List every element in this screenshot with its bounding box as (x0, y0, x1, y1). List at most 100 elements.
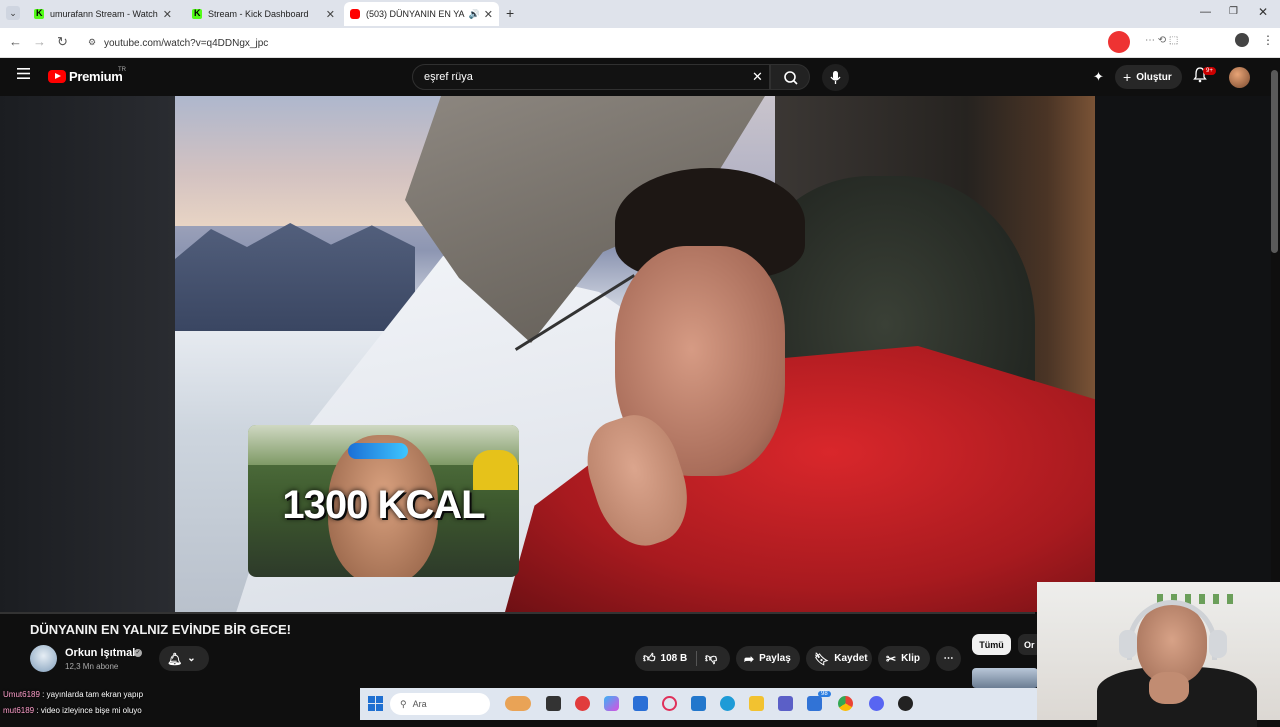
sandwich-widget-icon[interactable] (505, 696, 531, 711)
windows-start-icon[interactable] (368, 696, 383, 711)
more-actions-button[interactable]: ⋯ (936, 646, 961, 671)
chat-text: : video izleyince bişe mi oluyo (36, 706, 142, 715)
headset-earcup (1119, 630, 1137, 658)
app-dark-icon[interactable] (898, 696, 913, 711)
video-title: DÜNYANIN EN YALNIZ EVİNDE BİR GECE! (30, 622, 292, 637)
task-view-icon[interactable] (546, 696, 561, 711)
tab-title: (503) DÜNYANIN EN YALNI (366, 9, 465, 19)
tab-youtube-video[interactable]: (503) DÜNYANIN EN YALNI 🔊 ✕ (344, 2, 499, 26)
close-tab-icon[interactable]: ✕ (484, 8, 493, 21)
teams-icon[interactable] (778, 696, 793, 711)
create-label: Oluştur (1136, 71, 1172, 83)
reload-icon[interactable]: ↻ (57, 34, 68, 50)
kick-favicon-icon (34, 8, 44, 19)
chat-username: Umut6189 (3, 690, 40, 699)
forward-icon[interactable]: → (33, 34, 46, 49)
edge-icon[interactable] (720, 696, 735, 711)
speaker-icon[interactable]: 🔊 (469, 9, 480, 20)
taskbar-search[interactable]: ⚲ Ara (390, 693, 490, 715)
file-explorer-icon[interactable] (749, 696, 764, 711)
inset-sunglasses (348, 443, 408, 459)
chat-username: mut6189 (3, 706, 35, 715)
chip-all[interactable]: Tümü (972, 634, 1011, 655)
search-value: eşref rüya (424, 71, 473, 83)
youtube-header: Premium TR eşref rüya ✕ ✦ + Oluştur 9+ (0, 58, 1280, 96)
channel-avatar[interactable] (30, 645, 57, 672)
taskbar-badge: 98 (818, 691, 831, 697)
share-label: Paylaş (759, 653, 791, 664)
chat-app-icon[interactable] (807, 696, 822, 711)
profile-icon[interactable] (1235, 33, 1249, 47)
tab-title: umurafann Stream - Watch Live (50, 9, 159, 19)
like-count[interactable]: 108 B (661, 653, 688, 664)
video-player[interactable]: 1300 KCAL (175, 96, 1095, 612)
tab-umurafann-stream[interactable]: umurafann Stream - Watch Live ✕ (28, 2, 178, 26)
subscribed-bell-button[interactable]: 🔔︎ ⌄ (159, 646, 209, 671)
tab-title: Stream - Kick Dashboard (208, 9, 309, 19)
store-icon[interactable] (633, 696, 648, 711)
kcal-overlay-text: 1300 KCAL (282, 483, 485, 527)
channel-name[interactable]: Orkun Işıtmak (65, 647, 138, 659)
hamburger-menu-icon[interactable] (17, 68, 30, 79)
share-button[interactable]: ➦ Paylaş (736, 646, 800, 671)
recommended-video-thumbnail[interactable] (972, 668, 1038, 688)
search-button[interactable] (770, 64, 810, 90)
extensions-icon[interactable]: ⋯ ⟲ ⬚ (1145, 35, 1178, 46)
headset-icon (1127, 600, 1217, 660)
taskbar-search-placeholder: Ara (412, 699, 427, 709)
premium-star-icon[interactable]: ✦ (1093, 69, 1104, 85)
discord-icon[interactable] (869, 696, 884, 711)
verified-check-icon: ✓ (134, 649, 142, 657)
maximize-button[interactable]: ❐ (1229, 6, 1238, 17)
chevron-down-icon: ⌄ (187, 653, 196, 664)
save-button[interactable]: 🔖︎ Kaydet (806, 646, 872, 671)
clip-label: Klip (901, 653, 920, 664)
create-button[interactable]: + Oluştur (1115, 65, 1182, 89)
like-dislike-group: 👍︎ 108 B 👎︎ (635, 646, 730, 671)
bookmark-icon: 🔖︎ (814, 651, 830, 666)
window-close-button[interactable]: ✕ (1258, 5, 1268, 19)
tab-kick-dashboard[interactable]: Stream - Kick Dashboard ✕ (186, 2, 341, 26)
search-input[interactable]: eşref rüya (412, 64, 770, 90)
search-icon: ⚲ (400, 698, 407, 709)
url-text: youtube.com/watch?v=q4DDNgx_jpc (104, 37, 269, 49)
page-scrollbar[interactable] (1271, 70, 1278, 253)
voice-search-button[interactable] (822, 64, 849, 91)
clip-button[interactable]: ✂ Klip (878, 646, 930, 671)
clear-search-icon[interactable]: ✕ (752, 69, 763, 85)
youtube-logo-icon[interactable] (48, 70, 66, 83)
youtube-favicon-icon (350, 9, 360, 19)
right-ambient-panel (1095, 96, 1271, 582)
chat-message: Umut6189 : yayınlarda tam ekran yapıp (3, 690, 143, 699)
video-mountains (175, 223, 415, 331)
minimize-button[interactable]: — (1200, 6, 1211, 18)
subscriber-count: 12,3 Mn abone (65, 662, 119, 671)
back-icon[interactable]: ← (9, 34, 22, 49)
microphone-icon (830, 71, 841, 84)
more-dots-icon: ⋯ (943, 653, 954, 664)
close-tab-icon[interactable]: ✕ (326, 8, 335, 21)
chrome-icon[interactable] (838, 696, 853, 711)
extension-icon[interactable] (1108, 31, 1130, 53)
address-bar[interactable]: youtube.com/watch?v=q4DDNgx_jpc (84, 32, 1094, 54)
new-tab-button[interactable]: + (506, 5, 514, 21)
outlook-icon[interactable] (691, 696, 706, 711)
browser-tab-bar: ⌄ umurafann Stream - Watch Live ✕ Stream… (0, 0, 1280, 28)
copilot-icon[interactable] (604, 696, 619, 711)
menu-dots-icon[interactable]: ⋮ (1262, 33, 1274, 47)
close-tab-icon[interactable]: ✕ (163, 8, 172, 21)
plus-icon: + (1123, 69, 1132, 85)
account-avatar[interactable] (1229, 67, 1250, 88)
scissors-icon: ✂ (886, 651, 897, 666)
share-icon: ➦ (744, 651, 755, 666)
opera-icon[interactable] (662, 696, 677, 711)
like-divider (696, 651, 697, 666)
video-progress-bar[interactable] (0, 612, 1035, 614)
youtube-premium-logo[interactable]: Premium (69, 69, 123, 84)
thumbs-down-icon[interactable]: 👎︎ (705, 651, 717, 666)
headset-earcup (1209, 630, 1227, 658)
tab-search-button[interactable]: ⌄ (6, 6, 20, 20)
app-red-icon[interactable] (575, 696, 590, 711)
streamer-hand (1149, 672, 1189, 704)
thumbs-up-icon[interactable]: 👍︎ (643, 651, 656, 666)
